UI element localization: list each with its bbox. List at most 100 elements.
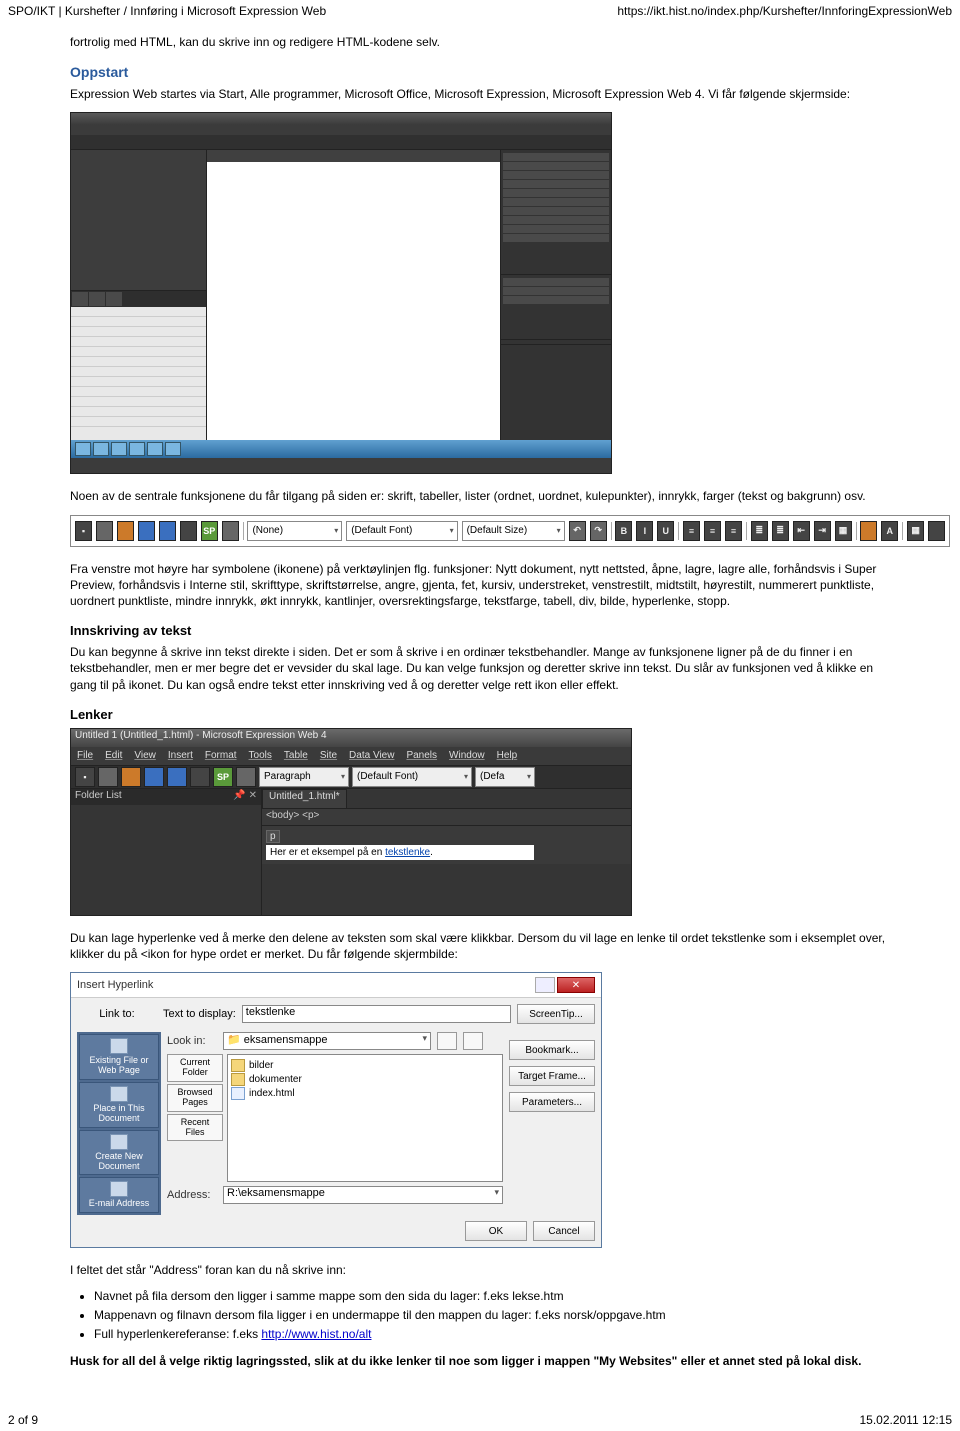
save-icon[interactable]	[138, 521, 155, 541]
outdent-icon[interactable]: ⇤	[793, 521, 810, 541]
menu-insert[interactable]: Insert	[168, 750, 193, 761]
table-icon[interactable]: ▦	[907, 521, 924, 541]
folder-icon	[231, 1073, 245, 1086]
ol-icon[interactable]: ≣	[751, 521, 768, 541]
editor-screenshot: Untitled 1 (Untitled_1.html) - Microsoft…	[70, 728, 632, 916]
open-icon[interactable]	[121, 767, 141, 787]
font-dropdown[interactable]: (Default Font)	[346, 521, 457, 541]
screentip-button[interactable]: ScreenTip...	[517, 1004, 595, 1024]
innskriving-text: Du kan begynne å skrive inn tekst direkt…	[70, 644, 890, 693]
cancel-button[interactable]: Cancel	[533, 1221, 595, 1241]
nav-email[interactable]: E-mail Address	[79, 1177, 159, 1213]
div-icon[interactable]	[928, 521, 945, 541]
target-frame-button[interactable]: Target Frame...	[509, 1066, 595, 1086]
address-input[interactable]: R:\eksamensmappe▾	[223, 1186, 503, 1204]
p-tag-indicator: p	[266, 830, 280, 843]
document-tab[interactable]: Untitled_1.html*	[262, 789, 347, 808]
menu-site[interactable]: Site	[320, 750, 337, 761]
lookin-dropdown[interactable]: 📁 eksamensmappe	[223, 1032, 431, 1050]
browser-preview-icon[interactable]	[236, 767, 256, 787]
nav-create-new[interactable]: Create New Document	[79, 1130, 159, 1176]
font-dropdown[interactable]: (Default Font)	[352, 767, 472, 787]
ul-icon[interactable]: ≣	[772, 521, 789, 541]
linkto-label: Link to:	[77, 1008, 157, 1020]
address-label: Address:	[167, 1189, 217, 1201]
menu-format[interactable]: Format	[205, 750, 237, 761]
browser-preview-icon[interactable]	[222, 521, 239, 541]
bookmark-button[interactable]: Bookmark...	[509, 1040, 595, 1060]
file-list[interactable]: bilder dokumenter index.html	[227, 1054, 503, 1182]
save-all-icon[interactable]	[159, 521, 176, 541]
align-left-icon[interactable]: ≡	[683, 521, 700, 541]
menu-table[interactable]: Table	[284, 750, 308, 761]
indent-icon[interactable]: ⇥	[814, 521, 831, 541]
new-doc-icon[interactable]: ▪	[75, 521, 92, 541]
list-item: Full hyperlenkereferanse: f.eks http://w…	[94, 1326, 890, 1343]
subnav-current-folder[interactable]: Current Folder	[167, 1054, 223, 1082]
textcolor-icon[interactable]: A	[881, 521, 898, 541]
ok-button[interactable]: OK	[465, 1221, 527, 1241]
superpreview-icon[interactable]: SP	[201, 521, 218, 541]
parameters-button[interactable]: Parameters...	[509, 1092, 595, 1112]
nav-existing-file[interactable]: Existing File or Web Page	[79, 1034, 159, 1080]
text-link[interactable]: tekstlenke	[385, 847, 430, 858]
oppstart-text: Expression Web startes via Start, Alle p…	[70, 86, 890, 102]
page-timestamp: 15.02.2011 12:15	[859, 1413, 952, 1427]
undo-icon[interactable]: ↶	[569, 521, 586, 541]
menu-help[interactable]: Help	[497, 750, 518, 761]
list-item[interactable]: index.html	[231, 1087, 499, 1100]
document-text-line[interactable]: Her er et eksempel på en tekstlenke.	[266, 845, 534, 860]
list-item: Navnet på fila dersom den ligger i samme…	[94, 1288, 890, 1305]
menu-panels[interactable]: Panels	[406, 750, 437, 761]
toolbar-strip: ▪ SP (None) (Default Font) (Default Size…	[70, 515, 950, 547]
example-link[interactable]: http://www.hist.no/alt	[261, 1327, 371, 1341]
menu-dataview[interactable]: Data View	[349, 750, 394, 761]
browse-web-icon[interactable]	[463, 1032, 483, 1050]
new-site-icon[interactable]	[98, 767, 118, 787]
underline-icon[interactable]: U	[657, 521, 674, 541]
pin-icon[interactable]: 📌 ✕	[233, 790, 257, 804]
husk-warning: Husk for all del å velge riktig lagrings…	[70, 1353, 890, 1369]
menu-edit[interactable]: Edit	[105, 750, 122, 761]
size-dropdown[interactable]: (Default Size)	[462, 521, 565, 541]
menu-tools[interactable]: Tools	[249, 750, 272, 761]
subnav-browsed-pages[interactable]: Browsed Pages	[167, 1084, 223, 1112]
new-doc-icon[interactable]: ▪	[75, 767, 95, 787]
close-icon[interactable]: ✕	[557, 977, 595, 993]
highlight-icon[interactable]	[860, 521, 877, 541]
redo-icon[interactable]: ↷	[590, 521, 607, 541]
nav-place-in-doc[interactable]: Place in This Document	[79, 1082, 159, 1128]
size-dropdown[interactable]: (Defa	[475, 767, 535, 787]
list-item[interactable]: dokumenter	[231, 1073, 499, 1086]
align-center-icon[interactable]: ≡	[704, 521, 721, 541]
save-all-icon[interactable]	[167, 767, 187, 787]
menu-file[interactable]: File	[77, 750, 93, 761]
open-icon[interactable]	[117, 521, 134, 541]
folder-icon	[231, 1059, 245, 1072]
insert-hyperlink-dialog: Insert Hyperlink ✕ Link to: Text to disp…	[70, 972, 602, 1248]
text-to-display-input[interactable]: tekstlenke	[242, 1005, 511, 1023]
dialog-title: Insert Hyperlink	[77, 979, 153, 991]
preview-icon[interactable]	[190, 767, 210, 787]
help-icon[interactable]	[535, 977, 555, 993]
borders-icon[interactable]: ▦	[835, 521, 852, 541]
style-dropdown[interactable]: Paragraph	[259, 767, 349, 787]
up-folder-icon[interactable]	[437, 1032, 457, 1050]
align-right-icon[interactable]: ≡	[725, 521, 742, 541]
menu-window[interactable]: Window	[449, 750, 485, 761]
address-options-list: Navnet på fila dersom den ligger i samme…	[94, 1288, 890, 1342]
bold-icon[interactable]: B	[615, 521, 632, 541]
style-dropdown[interactable]: (None)	[247, 521, 342, 541]
superpreview-icon[interactable]: SP	[213, 767, 233, 787]
html-file-icon	[231, 1087, 245, 1100]
save-icon[interactable]	[144, 767, 164, 787]
italic-icon[interactable]: I	[636, 521, 653, 541]
preview-icon[interactable]	[180, 521, 197, 541]
new-site-icon[interactable]	[96, 521, 113, 541]
subnav-recent-files[interactable]: Recent Files	[167, 1114, 223, 1142]
folder-list-title: Folder List	[75, 790, 122, 804]
header-left: SPO/IKT | Kurshefter / Innføring i Micro…	[8, 4, 326, 18]
heading-innskriving: Innskriving av tekst	[70, 623, 890, 638]
list-item[interactable]: bilder	[231, 1059, 499, 1072]
menu-view[interactable]: View	[134, 750, 156, 761]
